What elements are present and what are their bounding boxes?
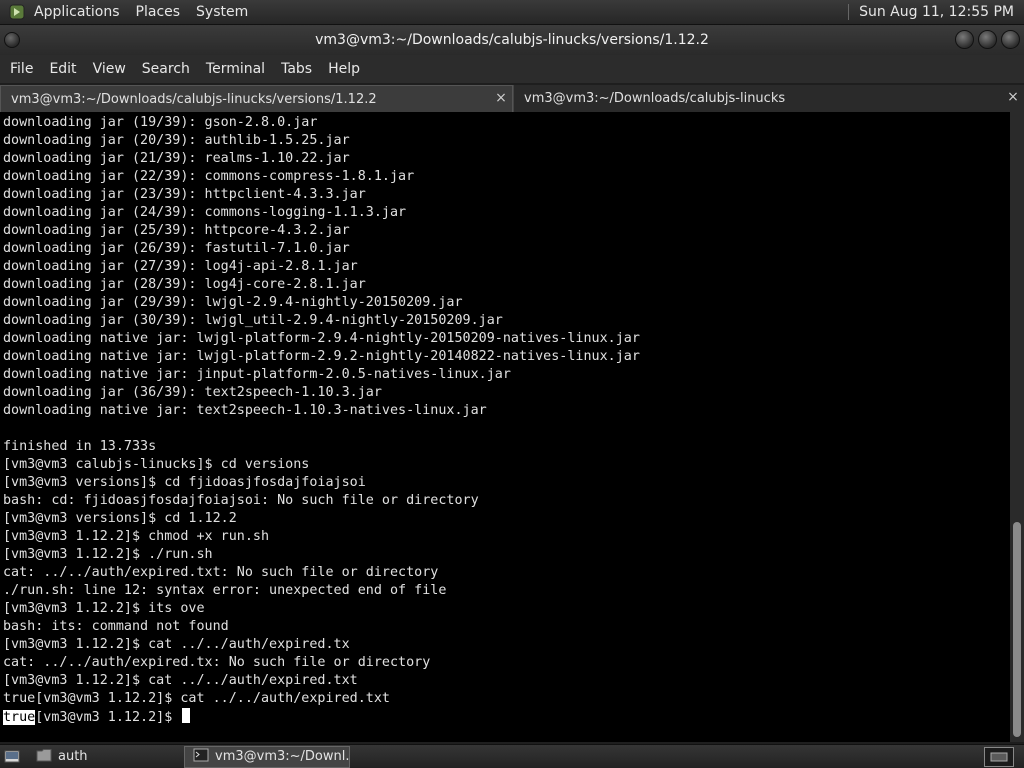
terminal-line: downloading jar (20/39): authlib-1.5.25.… (3, 133, 350, 148)
top-panel: Applications Places System Sun Aug 11, 1… (0, 0, 1024, 25)
scrollbar-thumb[interactable] (1013, 522, 1021, 737)
close-icon[interactable]: × (1006, 90, 1020, 104)
terminal-line: downloading jar (23/39): httpclient-4.3.… (3, 187, 366, 202)
terminal-line: downloading jar (22/39): commons-compres… (3, 169, 415, 184)
terminal-line: [vm3@vm3 1.12.2]$ chmod +x run.sh (3, 529, 270, 544)
tab-bar: vm3@vm3:~/Downloads/calubjs-linucks/vers… (0, 85, 1024, 112)
window-menu-button[interactable] (4, 32, 20, 48)
menu-tabs[interactable]: Tabs (273, 61, 320, 77)
prompt-text: [vm3@vm3 1.12.2]$ (35, 710, 181, 725)
terminal-line: downloading native jar: jinput-platform-… (3, 367, 511, 382)
taskbar-item-auth[interactable]: auth (28, 746, 178, 768)
menu-search[interactable]: Search (134, 61, 198, 77)
terminal-line: downloading native jar: lwjgl-platform-2… (3, 331, 640, 346)
menu-system[interactable]: System (196, 4, 256, 20)
terminal-line: downloading jar (36/39): text2speech-1.1… (3, 385, 382, 400)
terminal-line: [vm3@vm3 1.12.2]$ cat ../../auth/expired… (3, 673, 358, 688)
menu-help[interactable]: Help (320, 61, 368, 77)
terminal-line: downloading jar (25/39): httpcore-4.3.2.… (3, 223, 350, 238)
terminal-line: [vm3@vm3 calubjs-linucks]$ cd versions (3, 457, 310, 472)
menu-places[interactable]: Places (136, 4, 189, 20)
menu-view[interactable]: View (85, 61, 134, 77)
terminal-line: cat: ../../auth/expired.txt: No such fil… (3, 565, 439, 580)
terminal-line: bash: its: command not found (3, 619, 229, 634)
terminal-prompt-line: true[vm3@vm3 1.12.2]$ (3, 708, 1010, 726)
terminal-line: [vm3@vm3 1.12.2]$ its ove (3, 601, 205, 616)
tab-versions[interactable]: vm3@vm3:~/Downloads/calubjs-linucks/vers… (0, 85, 513, 112)
scrollbar[interactable] (1010, 112, 1024, 742)
selected-text: true (3, 710, 36, 725)
bottom-panel: auth vm3@vm3:~/Downl... (0, 744, 1024, 768)
minimize-button[interactable] (955, 30, 974, 49)
folder-icon (36, 748, 52, 766)
menu-file[interactable]: File (2, 61, 41, 77)
terminal-line: downloading jar (28/39): log4j-core-2.8.… (3, 277, 366, 292)
terminal-line: downloading jar (26/39): fastutil-7.1.0.… (3, 241, 350, 256)
taskbar-item-label: vm3@vm3:~/Downl... (215, 749, 350, 764)
terminal-line: downloading native jar: lwjgl-platform-2… (3, 349, 640, 364)
menu-edit[interactable]: Edit (41, 61, 84, 77)
terminal-line: [vm3@vm3 versions]$ cd 1.12.2 (3, 511, 237, 526)
terminal-line: downloading jar (27/39): log4j-api-2.8.1… (3, 259, 358, 274)
terminal-line: downloading jar (19/39): gson-2.8.0.jar (3, 115, 318, 130)
terminal-line: downloading jar (30/39): lwjgl_util-2.9.… (3, 313, 503, 328)
menu-terminal[interactable]: Terminal (198, 61, 273, 77)
gnome-foot-icon[interactable] (8, 3, 26, 21)
menubar: File Edit View Search Terminal Tabs Help (0, 55, 1024, 83)
window-titlebar[interactable]: vm3@vm3:~/Downloads/calubjs-linucks/vers… (0, 25, 1024, 55)
maximize-button[interactable] (978, 30, 997, 49)
tab-calubjs-linucks[interactable]: vm3@vm3:~/Downloads/calubjs-linucks × (513, 85, 1024, 112)
terminal-line: downloading jar (24/39): commons-logging… (3, 205, 407, 220)
terminal-line: ./run.sh: line 12: syntax error: unexpec… (3, 583, 447, 598)
terminal-line: downloading jar (21/39): realms-1.10.22.… (3, 151, 350, 166)
panel-separator (848, 4, 850, 20)
terminal-icon (193, 748, 209, 766)
terminal-line: downloading jar (29/39): lwjgl-2.9.4-nig… (3, 295, 463, 310)
close-window-button[interactable] (1001, 30, 1020, 49)
window-title: vm3@vm3:~/Downloads/calubjs-linucks/vers… (315, 32, 709, 48)
clock[interactable]: Sun Aug 11, 12:55 PM (859, 4, 1014, 20)
taskbar-item-label: auth (58, 749, 88, 764)
terminal-output[interactable]: downloading jar (19/39): gson-2.8.0.jar d… (0, 112, 1010, 742)
terminal-line: finished in 13.733s (3, 439, 157, 454)
terminal-line: [vm3@vm3 versions]$ cd fjidoasjfosdajfoi… (3, 475, 366, 490)
terminal-line: true[vm3@vm3 1.12.2]$ cat ../../auth/exp… (3, 691, 390, 706)
workspace-switcher[interactable] (984, 746, 1014, 767)
text-cursor (182, 708, 191, 723)
terminal-line: cat: ../../auth/expired.tx: No such file… (3, 655, 431, 670)
terminal-line: [vm3@vm3 1.12.2]$ cat ../../auth/expired… (3, 637, 350, 652)
terminal-line: [vm3@vm3 1.12.2]$ ./run.sh (3, 547, 213, 562)
terminal-line: downloading native jar: text2speech-1.10… (3, 403, 487, 418)
taskbar-item-terminal[interactable]: vm3@vm3:~/Downl... (184, 745, 350, 768)
tab-label: vm3@vm3:~/Downloads/calubjs-linucks (524, 91, 786, 106)
terminal-line: bash: cd: fjidoasjfosdajfoiajsoi: No suc… (3, 493, 479, 508)
close-icon[interactable]: × (494, 91, 508, 105)
show-desktop-icon[interactable] (2, 748, 22, 766)
menu-applications[interactable]: Applications (34, 4, 128, 20)
tab-label: vm3@vm3:~/Downloads/calubjs-linucks/vers… (11, 91, 377, 107)
